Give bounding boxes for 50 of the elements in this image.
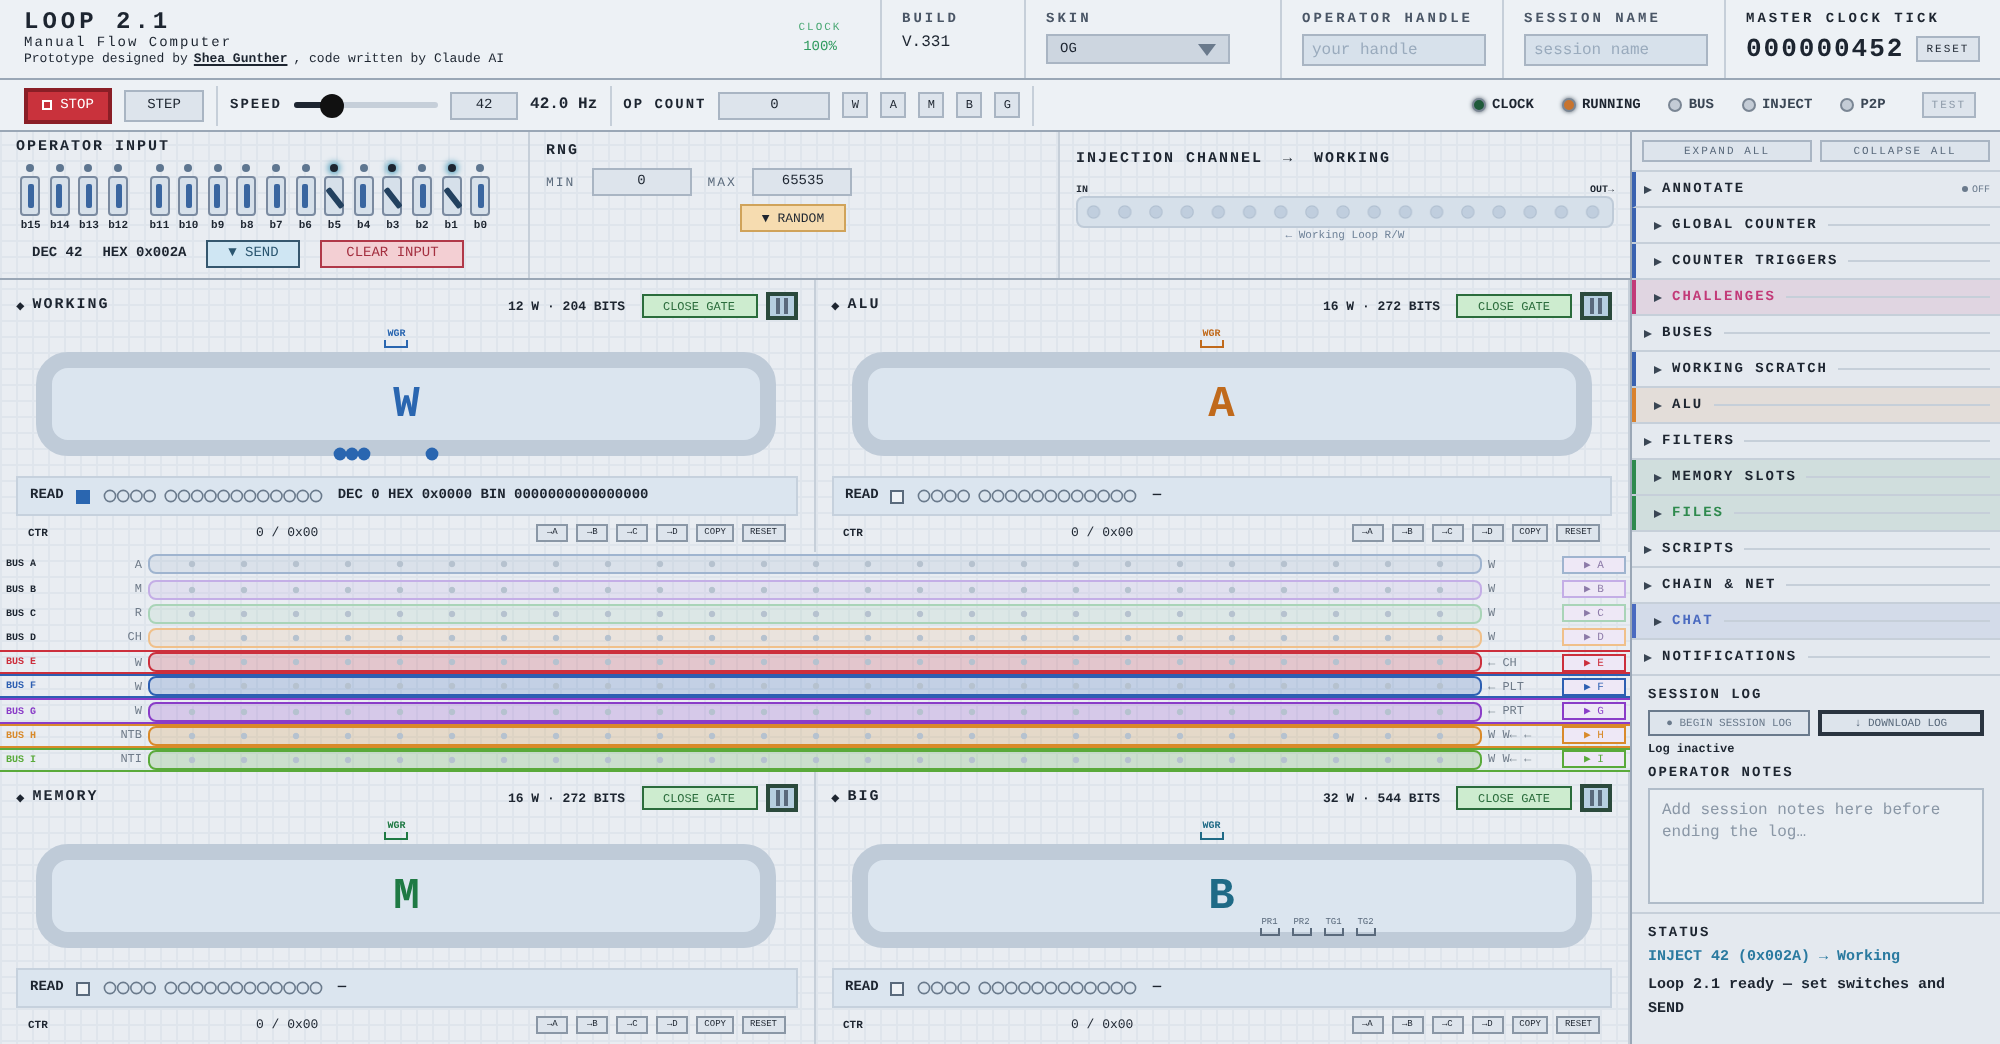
marker-bracket-icon [1259,928,1280,936]
read-checkbox[interactable] [75,981,90,995]
toggle-switch[interactable] [412,176,433,216]
toggle-switch[interactable] [207,176,228,216]
toggle-switch[interactable] [295,176,316,216]
loop-letter: M [393,871,420,921]
speed-readout: 42.0 Hz [530,96,598,114]
toggle-switch[interactable] [108,176,129,216]
port-bracket-icon [384,340,409,349]
notes-field[interactable]: Add session notes here before ending the log… [1648,788,1984,904]
read-checkbox[interactable] [890,489,905,504]
toggle-switch[interactable] [49,176,70,216]
pause-icon [773,790,789,806]
toggle-switch[interactable] [324,176,345,216]
marker-bracket-icon [1323,928,1344,936]
pause-icon [1588,790,1604,806]
toggle-switch[interactable] [266,176,287,216]
port-bracket-icon [1199,832,1224,840]
session-input[interactable]: session name [1524,34,1708,66]
toggle-switch[interactable] [382,176,403,216]
read-checkbox[interactable] [890,981,905,995]
marker-bracket-icon [1355,928,1376,936]
toggle-switch[interactable] [149,176,170,216]
toggle-switch[interactable] [353,176,374,216]
pause-icon [773,298,789,315]
marker-bracket-icon [1291,928,1312,936]
loop-letter: B [1208,871,1235,921]
toggle-switch[interactable] [20,176,41,216]
toggle-switch[interactable] [441,176,462,216]
toggle-switch[interactable] [236,176,257,216]
pause-icon [1588,298,1604,315]
pause-button[interactable] [1580,784,1612,812]
pause-button[interactable] [765,784,797,812]
slider-thumb[interactable] [320,93,345,117]
tick-counter: 000000452 [1746,34,1905,64]
port-bracket-icon [1199,340,1224,349]
toggle-switch[interactable] [178,176,199,216]
pause-button[interactable] [1580,292,1612,321]
handle-input[interactable]: your handle [1302,34,1486,66]
app-title: LOOP 2.1 [24,8,174,36]
toggle-switch[interactable] [78,176,99,216]
toggle-switch[interactable] [470,176,491,216]
read-checkbox[interactable] [75,489,90,504]
dropdown-icon [1198,43,1216,55]
speed-slider[interactable] [294,93,439,117]
port-bracket-icon [384,832,409,840]
pause-button[interactable] [765,292,797,321]
loop-letter: A [1208,379,1235,430]
build-value: V.331 [902,34,953,52]
loop-letter: W [393,379,420,430]
